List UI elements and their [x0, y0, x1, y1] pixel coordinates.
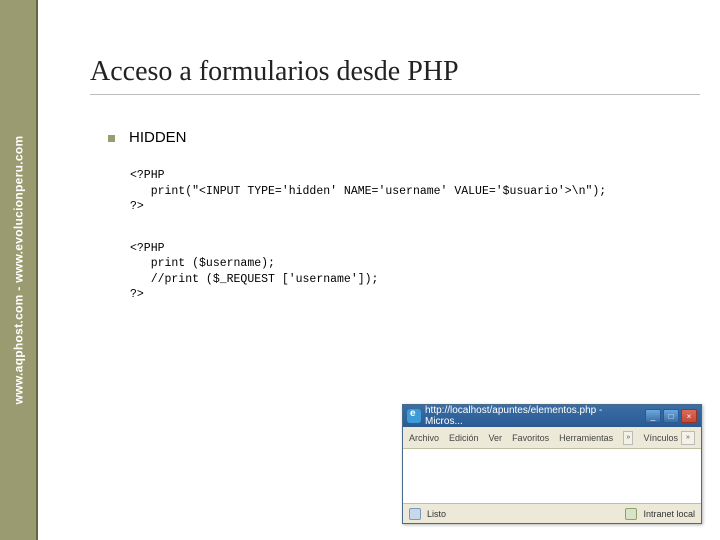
code-block-1: <?PHP print("<INPUT TYPE='hidden' NAME='…: [130, 168, 700, 215]
zone-icon: [625, 508, 637, 520]
window-buttons: _ □ ×: [645, 409, 697, 423]
close-button[interactable]: ×: [681, 409, 697, 423]
slide-title: Acceso a formularios desde PHP: [90, 56, 700, 95]
menu-links-label[interactable]: Vínculos: [643, 433, 678, 443]
section-heading: HIDDEN: [108, 129, 700, 146]
chevron-right-icon[interactable]: »: [681, 431, 695, 445]
menu-item[interactable]: Ver: [489, 433, 503, 443]
maximize-button[interactable]: □: [663, 409, 679, 423]
browser-viewport: [403, 449, 701, 503]
code-block-2: <?PHP print ($username); //print ($_REQU…: [130, 241, 700, 303]
status-zone-text: Intranet local: [643, 509, 695, 519]
sidebar-brand: www.aqphost.com - www.evolucionperu.com: [0, 0, 38, 540]
status-ready-text: Listo: [427, 509, 446, 519]
chevron-right-icon[interactable]: »: [623, 431, 633, 445]
minimize-button[interactable]: _: [645, 409, 661, 423]
menu-item[interactable]: Edición: [449, 433, 479, 443]
menu-item[interactable]: Herramientas: [559, 433, 613, 443]
browser-titlebar: http://localhost/apuntes/elementos.php -…: [403, 405, 701, 427]
bullet-icon: [108, 135, 115, 142]
menu-item[interactable]: Archivo: [409, 433, 439, 443]
document-icon: [409, 508, 421, 520]
sidebar-url-text: www.aqphost.com - www.evolucionperu.com: [11, 136, 25, 405]
section-label: HIDDEN: [129, 129, 187, 146]
slide-content: Acceso a formularios desde PHP HIDDEN <?…: [90, 56, 700, 329]
browser-title-text: http://localhost/apuntes/elementos.php -…: [425, 405, 641, 427]
menu-item[interactable]: Favoritos: [512, 433, 549, 443]
ie-icon: [407, 409, 421, 423]
browser-window: http://localhost/apuntes/elementos.php -…: [402, 404, 702, 524]
browser-menubar: Archivo Edición Ver Favoritos Herramient…: [403, 427, 701, 449]
browser-statusbar: Listo Intranet local: [403, 503, 701, 523]
